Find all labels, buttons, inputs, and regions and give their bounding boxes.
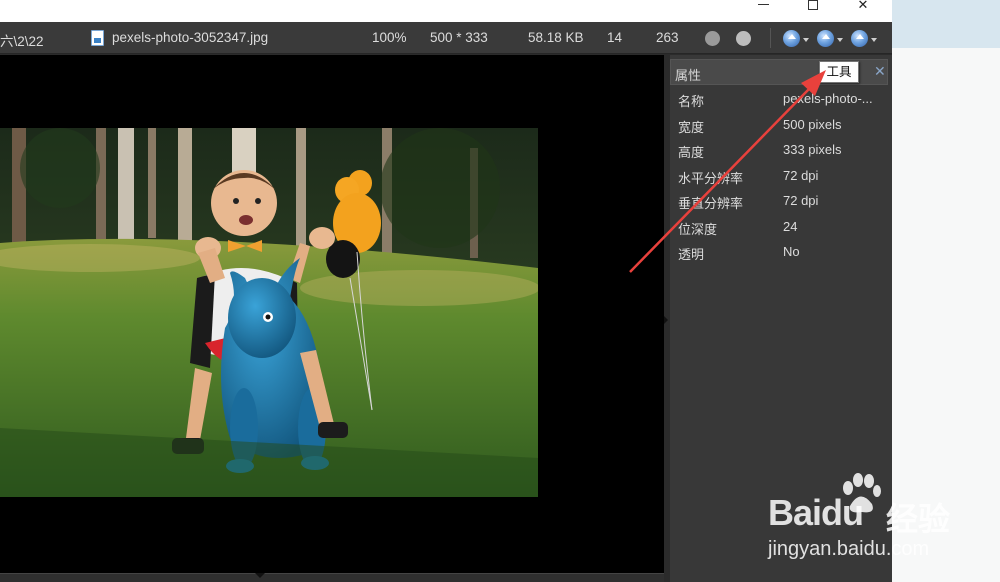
close-icon[interactable]: ✕	[874, 63, 886, 80]
toolbar-divider	[770, 28, 771, 48]
image-dimensions: 500 * 333	[430, 30, 488, 45]
file-size: 58.18 KB	[528, 30, 584, 45]
property-row: 名称 pexels-photo-...	[670, 86, 892, 112]
image-canvas[interactable]	[0, 55, 664, 573]
image-count: 263	[656, 30, 679, 45]
watermark-cn: 经验	[886, 500, 951, 538]
chevron-down-icon	[803, 38, 809, 42]
photo-boy-on-blue-toy-horse	[0, 128, 538, 497]
minimize-icon	[757, 3, 769, 5]
status-toolbar: 六\2\22 pexels-photo-3052347.jpg 100% 500…	[0, 22, 892, 54]
property-key: 宽度	[678, 119, 705, 135]
nav-prev-icon	[817, 29, 834, 47]
image-viewer-window: ✕ 六\2\22 pexels-photo-3052347.jpg 100% 5…	[0, 0, 892, 582]
minimize-button[interactable]	[740, 0, 786, 22]
watermark-brand: Baidu	[768, 492, 864, 534]
baidu-watermark: Baidu 经验 jingyan.baidu.com	[768, 470, 993, 570]
property-key: 高度	[678, 145, 705, 160]
watermark-brand-bai: Bai	[768, 492, 822, 533]
property-row: 垂直分辨率 72 dpi	[670, 188, 892, 214]
close-window-button[interactable]: ✕	[840, 0, 886, 22]
image-index: 14	[607, 30, 623, 45]
property-value: 333 pixels	[783, 142, 842, 157]
rotate-right-icon[interactable]	[736, 31, 751, 46]
property-list: 名称 pexels-photo-... 宽度 500 pixels 高度 333…	[670, 86, 892, 265]
watermark-brand-du: du	[821, 492, 864, 533]
folder-path: 六\2\22	[0, 34, 44, 49]
rotate-left-icon[interactable]	[705, 31, 720, 46]
nav-prev-button[interactable]	[817, 28, 847, 48]
property-row: 水平分辨率 72 dpi	[670, 163, 892, 189]
property-value: 72 dpi	[783, 193, 819, 208]
watermark-url: jingyan.baidu.com	[768, 538, 930, 560]
collapse-panel-icon[interactable]	[664, 316, 668, 324]
property-key: 名称	[678, 94, 705, 109]
nav-up-button[interactable]	[783, 28, 813, 48]
property-key: 垂直分辨率	[678, 196, 744, 211]
close-icon: ✕	[857, 0, 869, 13]
file-jpg-icon	[91, 30, 104, 46]
property-row: 位深度 24	[670, 214, 892, 240]
maximize-icon	[808, 0, 818, 10]
file-name: pexels-photo-3052347.jpg	[112, 30, 269, 45]
properties-panel-header: 属性 工具 ✕	[670, 59, 888, 85]
property-row: 宽度 500 pixels	[670, 112, 892, 138]
property-value: 72 dpi	[783, 167, 819, 183]
property-key: 水平分辨率	[678, 170, 744, 186]
title-bar: ✕	[0, 0, 892, 22]
panel-title: 属性	[675, 68, 702, 83]
nav-up-icon	[783, 29, 800, 47]
tools-tooltip: 工具	[819, 61, 859, 83]
maximize-button[interactable]	[790, 0, 836, 22]
property-value: pexels-photo-...	[783, 91, 873, 106]
property-value: 500 pixels	[783, 116, 842, 132]
desktop-window-strip	[892, 0, 1000, 48]
property-key: 透明	[678, 247, 705, 262]
property-row: 透明 No	[670, 239, 892, 265]
property-row: 高度 333 pixels	[670, 137, 892, 163]
property-value: 24	[783, 218, 798, 234]
property-value: No	[783, 244, 800, 259]
canvas-scrollbar[interactable]	[0, 573, 664, 582]
collapse-bottom-icon[interactable]	[255, 573, 265, 578]
nav-next-button[interactable]	[851, 28, 881, 48]
property-key: 位深度	[678, 221, 718, 237]
chevron-down-icon	[871, 38, 877, 42]
zoom-level[interactable]: 100%	[372, 30, 407, 45]
chevron-down-icon	[837, 38, 843, 42]
nav-next-icon	[851, 29, 868, 47]
